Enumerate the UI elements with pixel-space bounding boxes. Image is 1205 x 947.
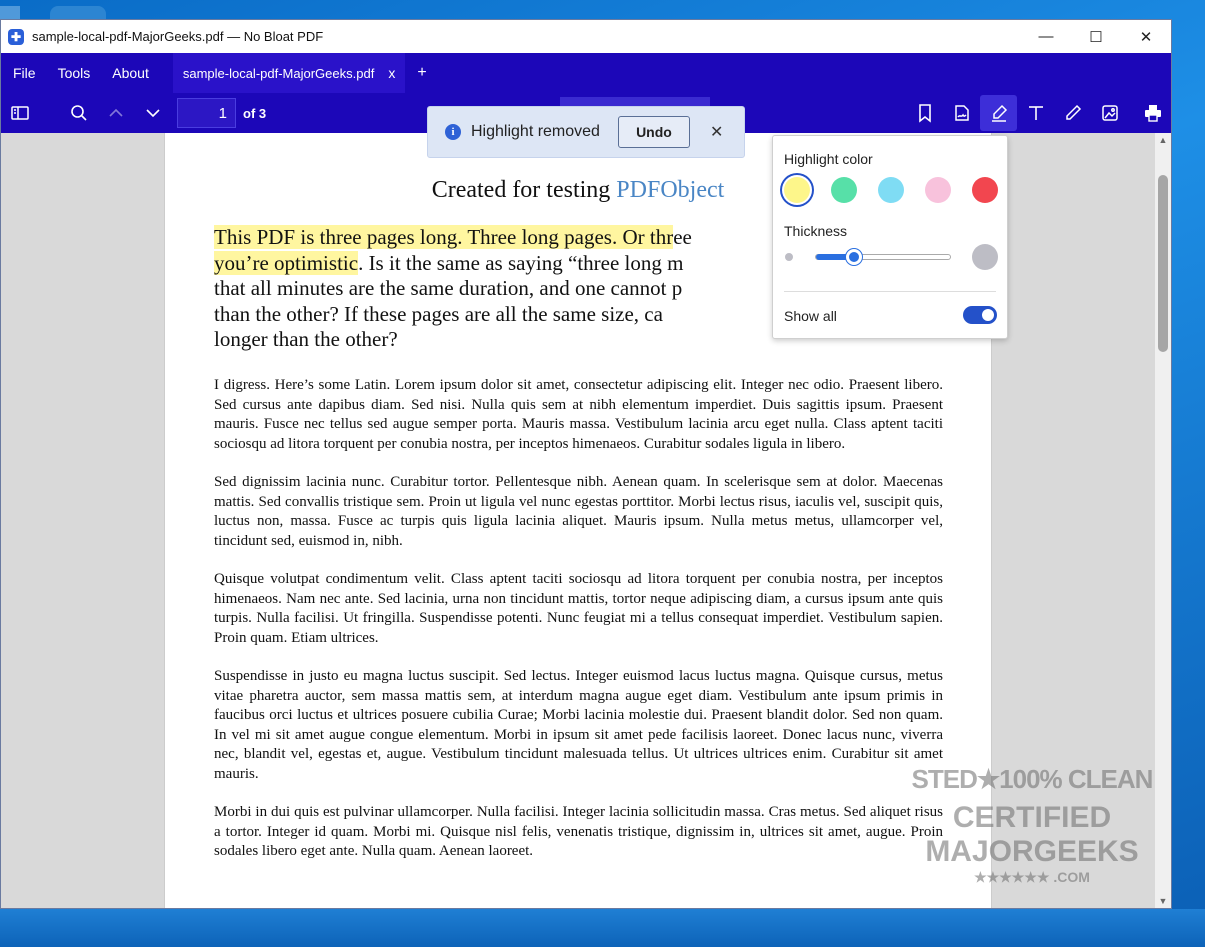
title-link[interactable]: PDFObject	[616, 177, 724, 203]
color-swatch-pink[interactable]	[925, 177, 951, 203]
paragraph: Morbi in dui quis est pulvinar ullamcorp…	[214, 804, 943, 859]
title-bar: ✚ sample-local-pdf-MajorGeeks.pdf — No B…	[1, 20, 1171, 53]
color-swatch-red[interactable]	[972, 177, 998, 203]
sign-icon[interactable]	[943, 95, 980, 131]
page-number-input[interactable]	[177, 98, 236, 128]
highlight-color-label: Highlight color	[784, 151, 873, 167]
print-icon[interactable]	[1134, 95, 1171, 131]
divider	[784, 291, 996, 292]
close-button[interactable]: ✕	[1121, 20, 1171, 53]
menu-tools[interactable]: Tools	[46, 53, 101, 93]
body-text: I digress. Here’s some Latin. Lorem ipsu…	[214, 376, 943, 881]
next-page-icon[interactable]	[134, 95, 171, 131]
menu-about[interactable]: About	[100, 53, 159, 93]
toast-message: Highlight removed	[471, 123, 600, 140]
tab-close-button[interactable]: x	[388, 65, 395, 81]
bookmark-icon[interactable]	[906, 95, 943, 131]
menu-file[interactable]: File	[1, 53, 46, 93]
highlighted-text[interactable]: This PDF is three pages long. Three long…	[214, 225, 674, 249]
search-icon[interactable]	[60, 95, 97, 131]
vertical-scrollbar[interactable]: ▲ ▼	[1155, 133, 1171, 908]
toggle-knob	[982, 309, 994, 321]
info-icon: i	[445, 124, 461, 140]
window-title: sample-local-pdf-MajorGeeks.pdf — No Blo…	[32, 29, 324, 44]
image-icon[interactable]	[1091, 95, 1128, 131]
app-logo-icon: ✚	[8, 28, 24, 45]
paragraph: I digress. Here’s some Latin. Lorem ipsu…	[214, 377, 943, 452]
paragraph: Quisque volutpat condimentum velit. Clas…	[214, 571, 943, 646]
menu-bar: File Tools About sample-local-pdf-MajorG…	[1, 53, 1171, 93]
show-all-toggle[interactable]	[963, 306, 997, 324]
thin-indicator-icon	[785, 253, 793, 261]
minimize-button[interactable]: —	[1021, 20, 1071, 53]
thickness-slider[interactable]	[815, 249, 951, 265]
scroll-thumb[interactable]	[1158, 175, 1168, 352]
previous-page-icon[interactable]	[97, 95, 134, 131]
highlighted-text[interactable]: you’re optimistic	[214, 250, 359, 275]
highlight-icon[interactable]	[980, 95, 1017, 131]
undo-toast: i Highlight removed Undo ✕	[427, 106, 745, 158]
sidebar-toggle-icon[interactable]	[1, 95, 38, 131]
tab-label: sample-local-pdf-MajorGeeks.pdf	[182, 65, 375, 81]
toast-close-button[interactable]: ✕	[710, 122, 723, 142]
maximize-button[interactable]: ☐	[1071, 20, 1121, 53]
color-swatch-green[interactable]	[831, 177, 857, 203]
text-tool-icon[interactable]	[1017, 95, 1054, 131]
draw-icon[interactable]	[1054, 95, 1091, 131]
app-window: ✚ sample-local-pdf-MajorGeeks.pdf — No B…	[0, 19, 1172, 909]
desktop-background-strip	[0, 909, 1205, 947]
show-all-label: Show all	[784, 308, 837, 324]
page-count: of 3	[243, 105, 267, 121]
scroll-up-icon[interactable]: ▲	[1158, 135, 1168, 145]
majorgeeks-watermark: STED★100% CLEAN CERTIFIED MAJORGEEKS ★★★…	[911, 764, 1154, 885]
thickness-label: Thickness	[784, 223, 848, 239]
title-text: Created for testing	[431, 177, 617, 203]
paragraph: Suspendisse in justo eu magna luctus sus…	[214, 668, 943, 782]
highlight-popover: Highlight color Thickness Show all	[772, 135, 1008, 339]
scroll-down-icon[interactable]: ▼	[1158, 896, 1168, 906]
new-tab-button[interactable]: +	[417, 64, 426, 82]
color-swatch-yellow[interactable]	[784, 177, 810, 203]
thick-indicator-icon	[972, 244, 998, 270]
undo-button[interactable]: Undo	[617, 116, 690, 148]
document-tab[interactable]: sample-local-pdf-MajorGeeks.pdf x	[172, 53, 406, 93]
paragraph: Sed dignissim lacinia nunc. Curabitur to…	[214, 474, 943, 549]
color-swatch-blue[interactable]	[878, 177, 904, 203]
slider-handle[interactable]	[845, 249, 862, 265]
